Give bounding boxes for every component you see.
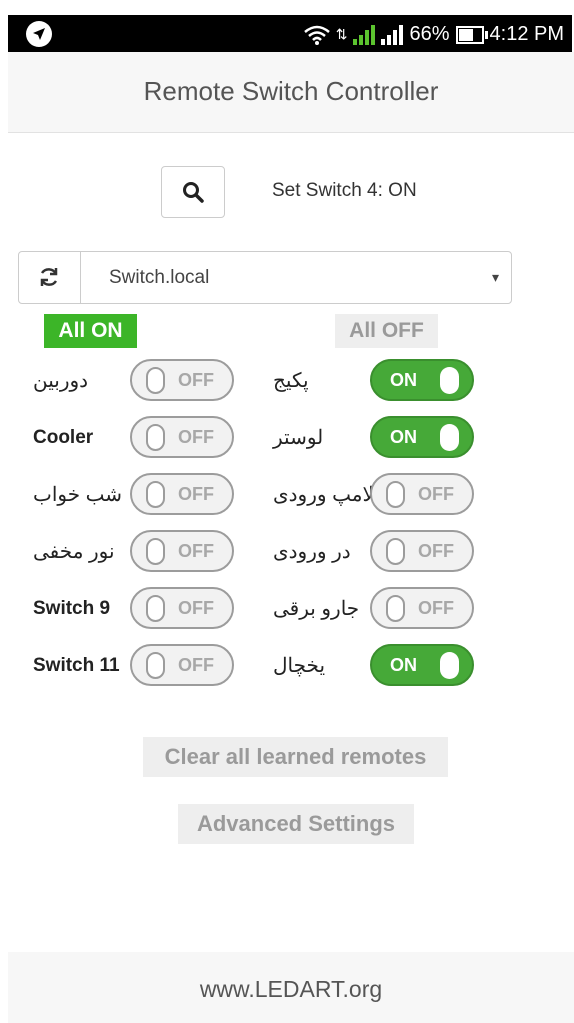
switch-toggle[interactable]: OFF [370,530,474,572]
toggle-knob [440,652,459,679]
switch-toggle[interactable]: OFF [370,587,474,629]
toggle-state: OFF [418,598,454,618]
refresh-icon [40,268,58,286]
clear-remotes-button[interactable]: Clear all learned remotes [143,737,448,777]
switch-label: لامپ ورودی [273,484,374,506]
all-off-button[interactable]: All OFF [335,314,438,348]
signal-icon-1 [353,24,376,45]
clock: 4:12 PM [489,23,564,45]
switch-toggle[interactable]: OFF [130,644,234,686]
switch-toggle[interactable]: OFF [130,530,234,572]
switch-row: دوربین OFF پکیج ON [0,357,574,405]
switch-label: دوربین [33,370,89,392]
advanced-settings-button[interactable]: Advanced Settings [178,804,414,844]
toggle-knob [146,424,165,451]
search-button[interactable] [161,166,225,218]
footer-link[interactable]: www.LEDART.org [8,976,574,1003]
search-icon [183,182,204,203]
switch-toggle[interactable]: ON [370,359,474,401]
toggle-knob [386,538,405,565]
switch-label: Switch 11 [33,655,120,676]
switch-row: Cooler OFF لوستر ON [0,414,574,462]
toggle-state: ON [390,370,417,390]
toggle-knob [146,481,165,508]
toggle-knob [146,595,165,622]
wifi-icon [303,25,330,45]
host-select-value: Switch.local [109,267,210,288]
toggle-state: OFF [178,484,214,504]
status-bar: ⇅ 66% 4:12 PM [8,15,572,52]
switch-row: Switch 9 OFF جارو برقی OFF [0,585,574,633]
navigation-icon [26,21,52,47]
toggle-knob [440,424,459,451]
switch-label: پکیج [273,370,309,392]
switch-label: در ورودی [273,541,351,563]
switch-toggle[interactable]: OFF [130,473,234,515]
toggle-state: OFF [418,484,454,504]
switch-row: نور مخفی OFF در ورودی OFF [0,528,574,576]
status-indicators: ⇅ 66% 4:12 PM [303,23,564,46]
switch-toggle[interactable]: OFF [130,416,234,458]
command-status: Set Switch 4: ON [272,180,417,201]
switch-label: یخچال [273,655,326,677]
switch-label: شب خواب [33,484,123,506]
toggle-knob [440,367,459,394]
switch-toggle[interactable]: ON [370,416,474,458]
refresh-button[interactable] [18,251,82,304]
battery-percent: 66% [409,23,450,45]
switch-row: Switch 11 OFF یخچال ON [0,642,574,690]
toggle-knob [146,538,165,565]
battery-icon [455,25,488,44]
switch-toggle[interactable]: OFF [130,359,234,401]
toggle-state: OFF [178,541,214,561]
toggle-state: ON [390,655,417,675]
switch-toggle[interactable]: ON [370,644,474,686]
footer: www.LEDART.org [8,952,574,1023]
chevron-down-icon: ▾ [491,269,499,285]
switch-toggle[interactable]: OFF [370,473,474,515]
page-title: Remote Switch Controller [143,76,439,106]
signal-icon-2 [381,24,404,45]
switch-label: جارو برقی [273,598,360,620]
toggle-state: OFF [178,655,214,675]
toggle-knob [386,595,405,622]
toggle-knob [386,481,405,508]
toggle-state: OFF [418,541,454,561]
toggle-knob [146,367,165,394]
data-arrows-icon: ⇅ [335,26,348,42]
toggle-state: OFF [178,427,214,447]
switch-label: نور مخفی [33,541,115,563]
toggle-state: ON [390,427,417,447]
switch-toggle[interactable]: OFF [130,587,234,629]
all-on-button[interactable]: All ON [44,314,137,348]
toggle-state: OFF [178,370,214,390]
switch-label: لوستر [273,427,324,449]
switch-label: Switch 9 [33,598,111,619]
app-header: Remote Switch Controller [8,52,574,133]
host-select[interactable]: Switch.local ▾ [80,251,512,304]
toggle-state: OFF [178,598,214,618]
toggle-knob [146,652,165,679]
switch-label: Cooler [33,427,94,448]
switch-row: شب خواب OFF لامپ ورودی OFF [0,471,574,519]
